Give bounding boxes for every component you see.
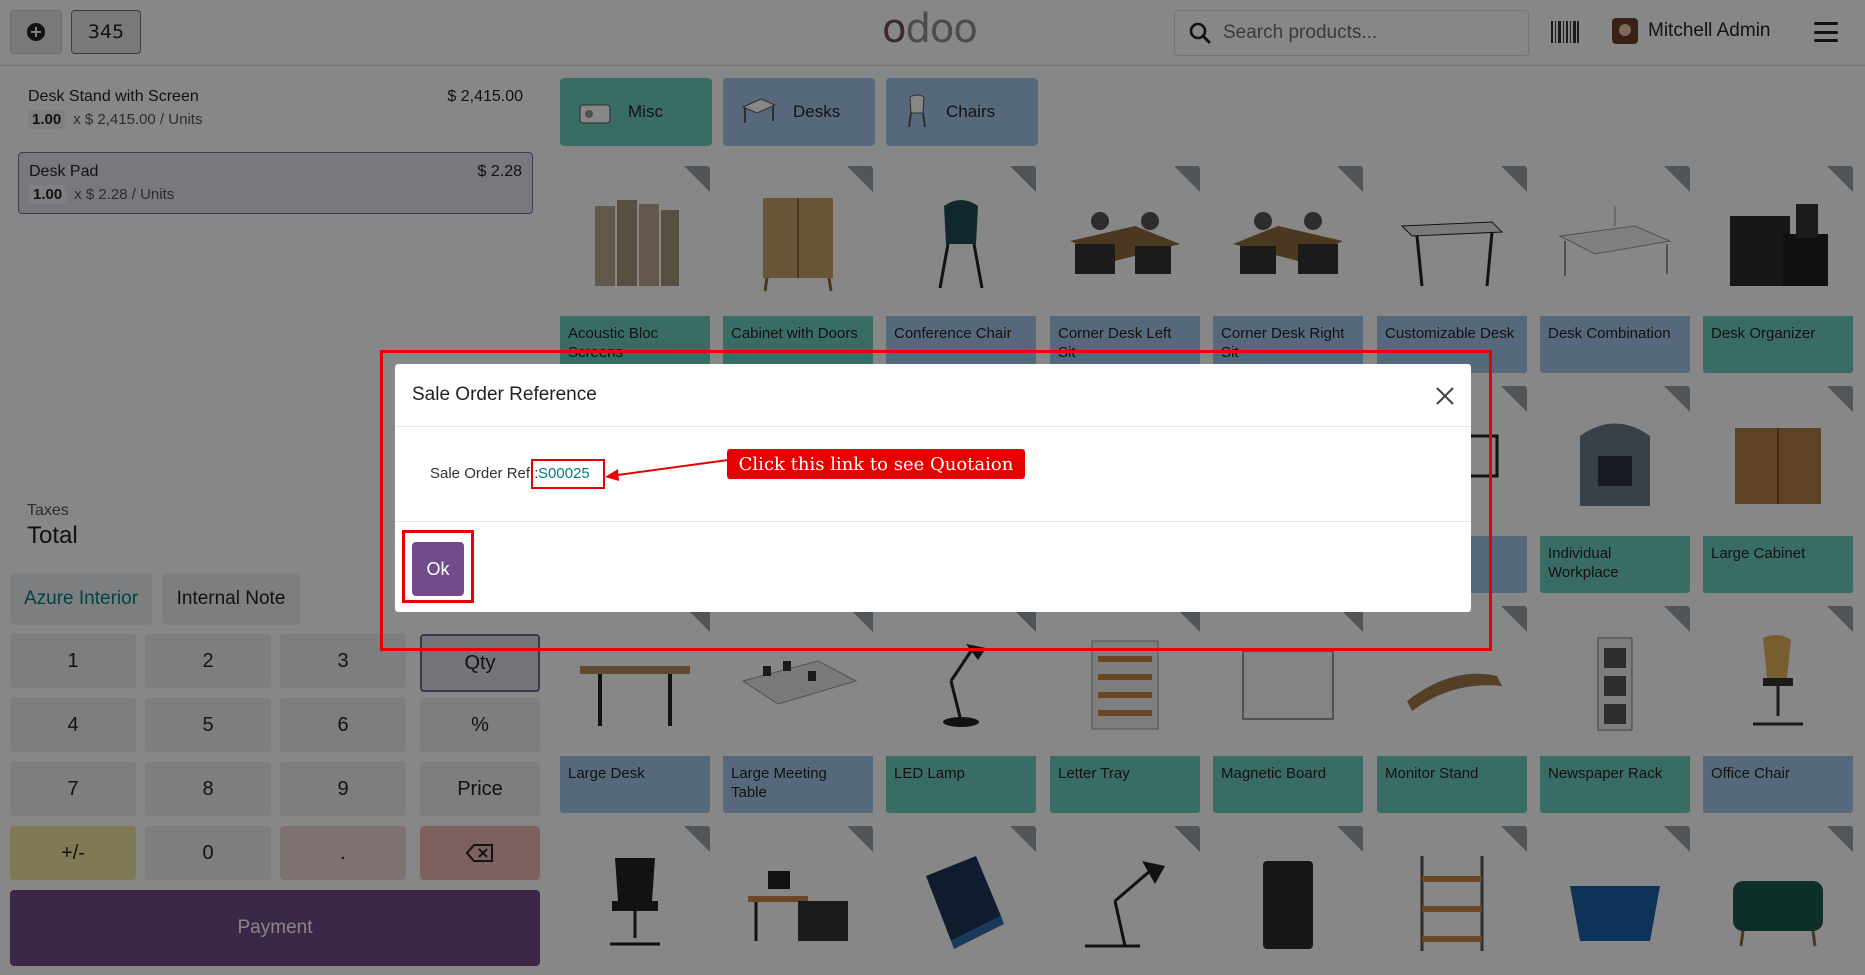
annotation-box-ok [402, 530, 474, 603]
annotation-callout: Click this link to see Quotaion [727, 449, 1025, 479]
annotation-box-link [531, 459, 605, 489]
annotation-arrow-icon [605, 459, 729, 481]
annotation-box-dialog [380, 350, 1492, 651]
